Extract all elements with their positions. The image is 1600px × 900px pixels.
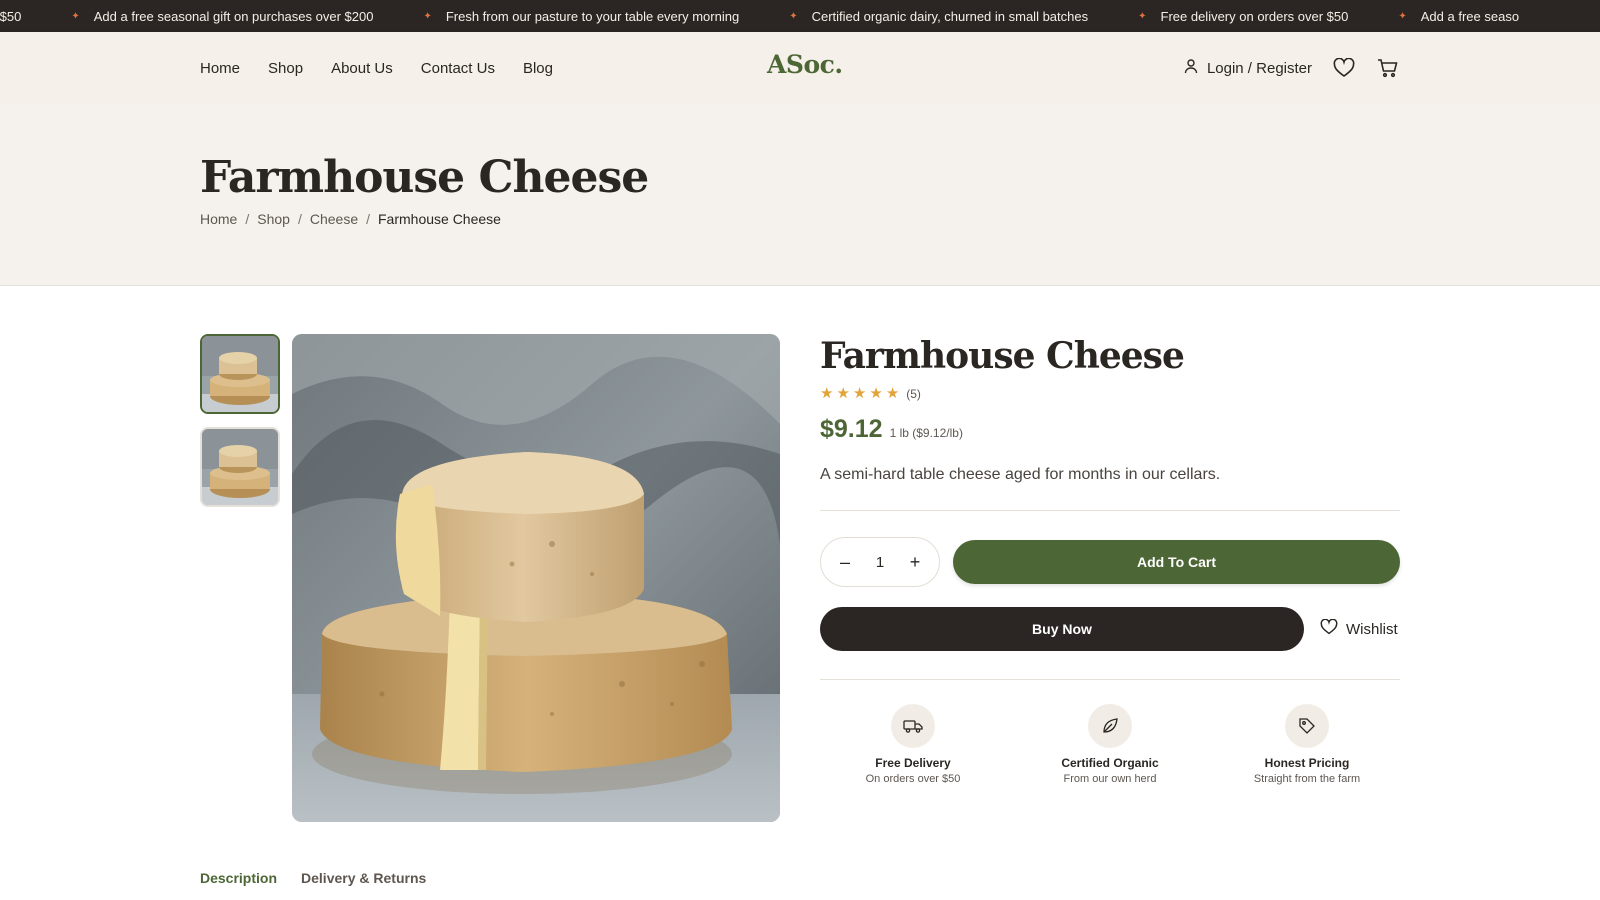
breadcrumb-shop[interactable]: Shop [257, 211, 290, 227]
nav-about-us[interactable]: About Us [331, 60, 393, 77]
breadcrumb-current: Farmhouse Cheese [378, 211, 501, 227]
ticker-item: ver $50 [0, 9, 71, 24]
star-icon: ★ [820, 385, 834, 402]
decrease-quantity-button[interactable]: – [837, 552, 853, 573]
ticker-text: Add a free seaso [1420, 8, 1520, 24]
feature-free-delivery: Free Delivery On orders over $50 [823, 704, 1003, 785]
nav-contact-us[interactable]: Contact Us [421, 60, 495, 77]
divider [820, 510, 1400, 511]
sparkle-icon: ✦ [71, 10, 80, 22]
feature-title: Honest Pricing [1264, 756, 1350, 770]
login-label: Login / Register [1206, 59, 1312, 77]
breadcrumb-cheese[interactable]: Cheese [310, 211, 358, 227]
product-thumbnail[interactable] [200, 334, 280, 414]
site-logo[interactable]: ASoc. [767, 50, 843, 79]
page-header: Farmhouse Cheese Home / Shop / Cheese / … [0, 104, 1600, 286]
feature-honest-pricing: Honest Pricing Straight from the farm [1217, 704, 1397, 785]
product-price: $9.12 [820, 415, 883, 443]
feature-subtitle: Straight from the farm [1253, 773, 1361, 785]
sparkle-icon: ✦ [789, 10, 798, 22]
rating-stars: ★ ★ ★ ★ ★ (5) [820, 386, 1400, 401]
breadcrumb-separator: / [366, 211, 370, 227]
sparkle-icon: ✦ [1138, 10, 1147, 22]
feature-subtitle: From our own herd [1063, 773, 1157, 785]
buy-now-button[interactable]: Buy Now [820, 607, 1304, 651]
breadcrumb-home[interactable]: Home [200, 211, 237, 227]
feature-certified-organic: Certified Organic From our own herd [1020, 704, 1200, 785]
unit-price: 1 lb ($9.12/lb) [889, 426, 963, 440]
login-register-link[interactable]: Login / Register [1183, 58, 1312, 78]
quantity-stepper: – 1 + [820, 537, 940, 587]
nav-home[interactable]: Home [200, 60, 240, 77]
announcement-ticker: ver $50 ✦ Add a free seasonal gift on pur… [0, 0, 1600, 32]
ticker-item: ✦ Add a free seasonal gift on purchases o… [71, 9, 423, 24]
breadcrumb-separator: / [297, 211, 302, 227]
ticker-text: Fresh from our pasture to your table eve… [445, 8, 740, 24]
star-icon: ★ [852, 385, 867, 402]
ticker-track: ver $50 ✦ Add a free seasonal gift on pur… [0, 0, 1569, 32]
price-row: $9.12 1 lb ($9.12/lb) [820, 415, 1400, 444]
wishlist-button[interactable]: Wishlist [1320, 607, 1398, 651]
ticker-text: ver $50 [0, 8, 22, 24]
breadcrumb: Home / Shop / Cheese / Farmhouse Cheese [200, 211, 501, 227]
product-main-image[interactable] [292, 334, 780, 822]
product-info: Farmhouse Cheese ★ ★ ★ ★ ★ (5) $9.12 1 l… [820, 334, 1400, 511]
quantity-value[interactable]: 1 [876, 554, 884, 571]
nav-shop[interactable]: Shop [268, 60, 303, 77]
cheese-image [292, 334, 780, 822]
heart-icon[interactable] [1332, 56, 1356, 80]
main-nav: Home Shop About Us Contact Us Blog [200, 32, 553, 104]
ticker-text: Add a free seasonal gift on purchases ov… [93, 8, 374, 24]
feature-title: Certified Organic [1061, 756, 1159, 770]
page-title: Farmhouse Cheese [200, 152, 649, 203]
product-description: A semi-hard table cheese aged for months… [820, 466, 1221, 483]
feature-title: Free Delivery [875, 756, 951, 770]
star-icon: ★ [836, 385, 850, 402]
tag-icon [1285, 704, 1329, 748]
star-icon: ★ [869, 385, 883, 402]
product-thumbnail[interactable] [200, 427, 280, 507]
cheese-thumbnail-image [202, 336, 278, 412]
ticker-item: ✦ Free delivery on orders over $50 [1138, 9, 1398, 24]
ticker-item: ✦ Certified organic dairy, churned in sma… [789, 9, 1138, 24]
ticker-text: Free delivery on orders over $50 [1160, 8, 1349, 24]
user-icon [1183, 58, 1199, 78]
heart-icon [1320, 618, 1338, 639]
cheese-thumbnail-image [202, 429, 278, 505]
truck-icon [891, 704, 935, 748]
divider [820, 679, 1400, 680]
nav-blog[interactable]: Blog [523, 60, 553, 77]
wishlist-label: Wishlist [1346, 620, 1398, 638]
increase-quantity-button[interactable]: + [907, 552, 923, 573]
sparkle-icon: ✦ [423, 10, 432, 22]
product-tabs: Description Delivery & Returns [200, 870, 426, 886]
tab-description[interactable]: Description [200, 870, 277, 886]
rating-count: (5) [906, 386, 921, 401]
tab-delivery-returns[interactable]: Delivery & Returns [301, 870, 426, 886]
breadcrumb-separator: / [245, 211, 250, 227]
add-to-cart-button[interactable]: Add To Cart [953, 540, 1400, 584]
cart-icon[interactable] [1376, 56, 1400, 80]
site-header: Home Shop About Us Contact Us Blog ASoc.… [0, 32, 1600, 104]
product-title: Farmhouse Cheese [820, 335, 1185, 377]
ticker-item: ✦ Add a free seaso [1398, 9, 1569, 24]
feature-subtitle: On orders over $50 [865, 773, 961, 785]
sparkle-icon: ✦ [1398, 10, 1407, 22]
ticker-text: Certified organic dairy, churned in smal… [811, 8, 1089, 24]
header-actions: Login / Register [1183, 32, 1400, 104]
leaf-icon [1088, 704, 1132, 748]
ticker-item: ✦ Fresh from our pasture to your table ev… [423, 9, 789, 24]
star-icon: ★ [885, 385, 900, 402]
